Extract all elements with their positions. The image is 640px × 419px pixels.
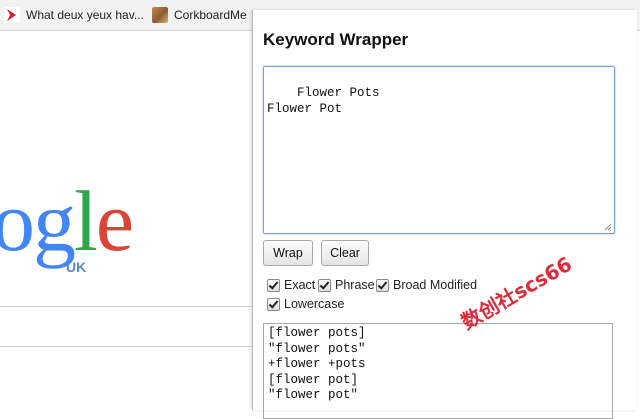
logo-letter: e	[95, 173, 134, 269]
lowercase-option[interactable]: Lowercase	[267, 297, 344, 311]
logo-letter: l	[74, 173, 98, 269]
output-line: [flower pot]	[268, 372, 359, 387]
keyword-wrapper-popup: Keyword Wrapper Flower Pots Flower Pot W…	[252, 10, 637, 419]
exact-label: Exact	[284, 278, 316, 292]
photo-icon	[152, 7, 168, 23]
keyword-output[interactable]: [flower pots] "flower pots" +flower +pot…	[263, 323, 613, 419]
red-arrow-icon	[4, 7, 20, 23]
divider	[0, 306, 252, 307]
broad-modified-option[interactable]: Broad Modified	[376, 278, 477, 292]
keyword-input-value: Flower Pots Flower Pot	[267, 86, 380, 116]
phrase-label: Phrase	[335, 278, 375, 292]
popup-title: Keyword Wrapper	[263, 30, 409, 49]
output-line: "flower pot"	[268, 388, 359, 402]
keyword-input[interactable]: Flower Pots Flower Pot	[263, 66, 615, 234]
output-line: [flower pots]	[268, 326, 366, 340]
bookmark-label: CorkboardMe	[174, 8, 247, 22]
lowercase-label: Lowercase	[284, 297, 345, 311]
clear-button[interactable]: Clear	[321, 240, 369, 266]
output-line: +flower +pots	[268, 357, 366, 371]
divider	[0, 346, 252, 347]
broad-modified-checkbox[interactable]	[376, 278, 389, 292]
exact-option[interactable]: Exact	[267, 278, 315, 292]
logo-letter: g	[33, 173, 76, 269]
bookmark-corkboardme[interactable]: CorkboardMe	[152, 5, 247, 25]
wrap-button[interactable]: Wrap	[263, 240, 313, 266]
google-logo: ogle	[0, 173, 134, 269]
bookmark-label: What deux yeux hav...	[26, 8, 144, 22]
phrase-checkbox[interactable]	[318, 278, 331, 292]
exact-checkbox[interactable]	[267, 278, 280, 292]
broad-modified-label: Broad Modified	[393, 278, 478, 292]
resize-grip-icon[interactable]	[604, 223, 612, 231]
google-region-label: UK	[66, 259, 87, 275]
lowercase-checkbox[interactable]	[267, 297, 280, 311]
output-line: "flower pots"	[268, 341, 366, 356]
bookmark-what-deux-yeux[interactable]: What deux yeux hav...	[4, 5, 144, 25]
logo-letter: o	[0, 173, 35, 269]
phrase-option[interactable]: Phrase	[318, 278, 375, 292]
